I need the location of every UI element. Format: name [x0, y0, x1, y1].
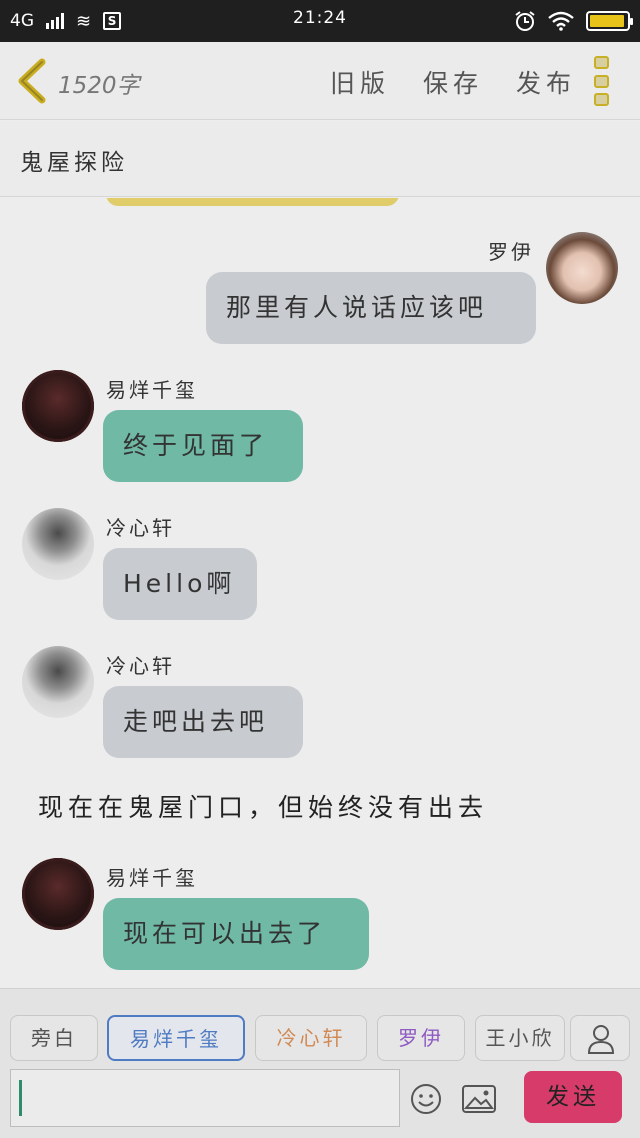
more-menu-icon[interactable]: [594, 56, 614, 106]
text-cursor: [19, 1080, 22, 1116]
speaker-name: 易烊千玺: [106, 378, 198, 402]
message-bubble[interactable]: 那里有人说话应该吧: [206, 272, 536, 344]
avatar[interactable]: [22, 858, 94, 930]
publish-button[interactable]: 发布: [516, 69, 576, 98]
add-character-button[interactable]: [570, 1015, 630, 1061]
story-title-bar[interactable]: 鬼屋探险: [0, 121, 640, 197]
avatar[interactable]: [22, 370, 94, 442]
character-chip[interactable]: 王小欣: [475, 1015, 565, 1061]
character-chip[interactable]: 冷心轩: [255, 1015, 367, 1061]
narration-text[interactable]: 现在在鬼屋门口，但始终没有出去: [38, 788, 488, 824]
speaker-name: 罗伊: [488, 240, 534, 264]
back-arrow-icon[interactable]: [14, 58, 52, 104]
story-title: 鬼屋探险: [20, 150, 128, 176]
old-version-button[interactable]: 旧版: [330, 69, 390, 98]
character-chip-selected[interactable]: 易烊千玺: [107, 1015, 245, 1061]
top-app-bar: 1520字 旧版 保存 发布: [0, 42, 640, 120]
previous-bubble-edge: [106, 198, 399, 206]
chat-area[interactable]: 罗伊 那里有人说话应该吧 易烊千玺 终于见面了 冷心轩 Hello啊 冷心轩 走…: [0, 198, 640, 988]
alarm-icon: [515, 11, 535, 31]
speaker-name: 易烊千玺: [106, 866, 198, 890]
send-button[interactable]: 发送: [524, 1071, 622, 1123]
word-count: 1520字: [58, 73, 140, 99]
character-chip-narrator[interactable]: 旁白: [10, 1015, 98, 1061]
message-bubble[interactable]: 终于见面了: [103, 410, 303, 482]
emoji-icon[interactable]: [410, 1083, 442, 1115]
image-icon[interactable]: [462, 1085, 496, 1113]
message-bubble[interactable]: 走吧出去吧: [103, 686, 303, 758]
avatar[interactable]: [546, 232, 618, 304]
speaker-name: 冷心轩: [106, 516, 175, 540]
character-chip[interactable]: 罗伊: [377, 1015, 465, 1061]
speaker-name: 冷心轩: [106, 654, 175, 678]
status-bar: 4G ≋ S 21:24: [0, 0, 640, 42]
save-button[interactable]: 保存: [423, 69, 483, 98]
avatar[interactable]: [22, 646, 94, 718]
wifi-icon: [548, 11, 574, 31]
message-input[interactable]: [10, 1069, 400, 1127]
message-bubble[interactable]: Hello啊: [103, 548, 257, 620]
person-icon: [587, 1025, 615, 1054]
message-bubble[interactable]: 现在可以出去了: [103, 898, 369, 970]
battery-icon: [586, 11, 633, 31]
compose-panel: 旁白 易烊千玺 冷心轩 罗伊 王小欣 发送: [0, 988, 640, 1138]
avatar[interactable]: [22, 508, 94, 580]
